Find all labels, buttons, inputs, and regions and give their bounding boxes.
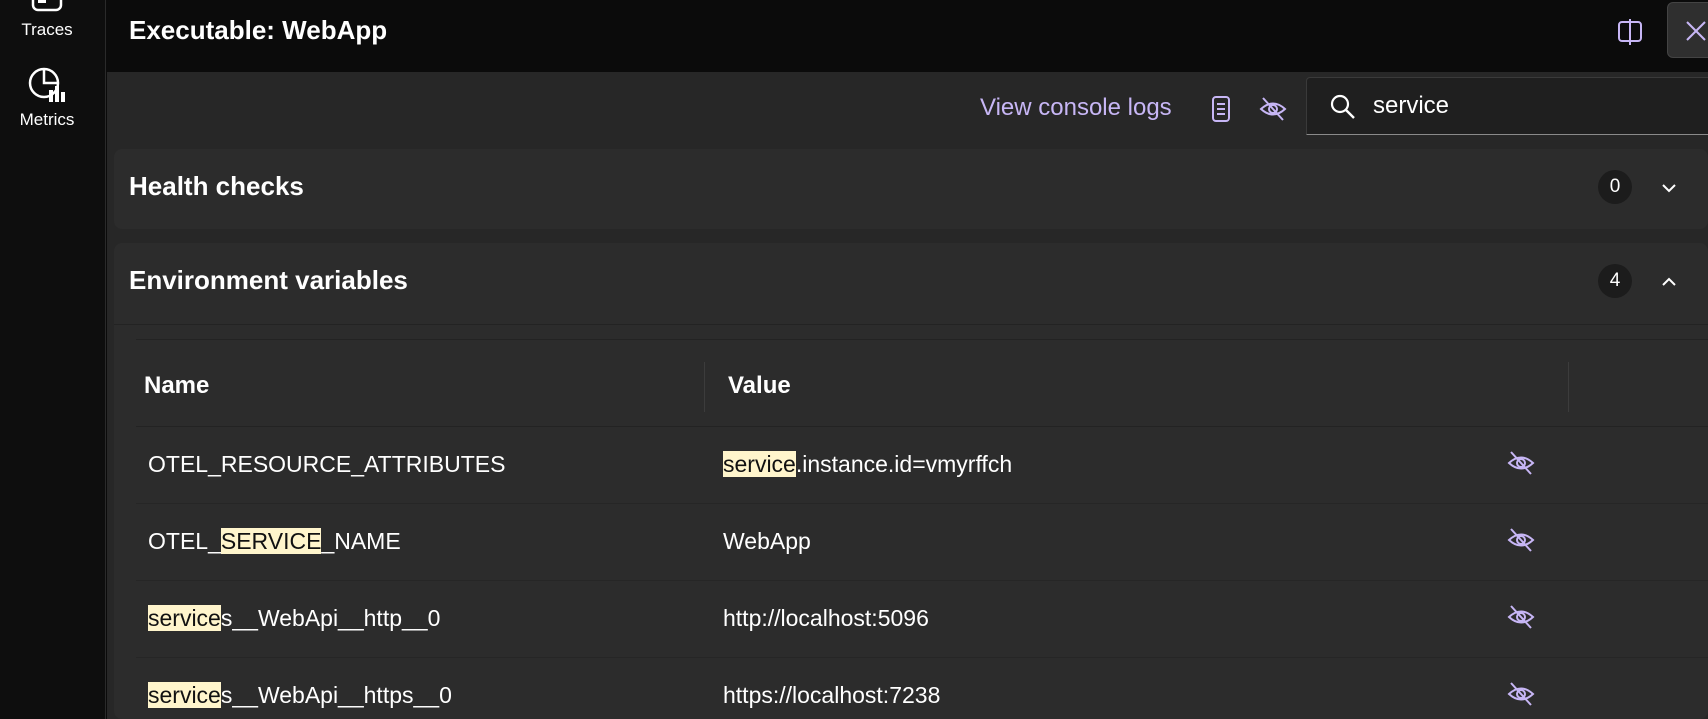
column-header-value[interactable]: Value bbox=[728, 372, 791, 400]
health-checks-header[interactable]: Health checks 0 bbox=[114, 149, 1708, 227]
table-row: OTEL_RESOURCE_ATTRIBUTES service.instanc… bbox=[136, 427, 1708, 504]
env-var-value: https://localhost:7238 bbox=[723, 682, 941, 708]
nav-label-traces: Traces bbox=[21, 20, 73, 39]
column-divider[interactable] bbox=[1568, 362, 1569, 412]
env-var-name: OTEL_RESOURCE_ATTRIBUTES bbox=[148, 451, 506, 477]
search-highlight: service bbox=[723, 451, 796, 477]
close-panel-button[interactable] bbox=[1667, 2, 1708, 58]
env-var-name: services__WebApi__https__0 bbox=[148, 682, 452, 708]
left-nav-rail: Traces Metrics bbox=[0, 0, 106, 719]
panel-toolbar: View console logs bbox=[107, 72, 1708, 148]
filter-search-box[interactable] bbox=[1306, 77, 1708, 135]
chevron-up-icon[interactable] bbox=[1656, 269, 1682, 295]
env-var-value: http://localhost:5096 bbox=[723, 605, 929, 631]
nav-label-metrics: Metrics bbox=[19, 110, 75, 129]
search-highlight: service bbox=[148, 682, 221, 708]
table-row: OTEL_SERVICE_NAME WebApp bbox=[136, 504, 1708, 581]
eye-off-icon[interactable] bbox=[1506, 448, 1536, 478]
search-highlight: service bbox=[148, 605, 221, 631]
metrics-icon bbox=[28, 67, 65, 102]
environment-variables-section: Environment variables 4 Name Value OTEL_… bbox=[114, 243, 1708, 719]
toggle-masking-button[interactable] bbox=[1258, 94, 1288, 124]
environment-variables-header[interactable]: Environment variables 4 bbox=[114, 243, 1708, 325]
eye-off-icon[interactable] bbox=[1506, 679, 1536, 709]
traces-icon bbox=[31, 0, 63, 12]
split-view-button[interactable] bbox=[1612, 14, 1648, 50]
environment-variables-table: Name Value OTEL_RESOURCE_ATTRIBUTES serv… bbox=[136, 339, 1708, 719]
search-highlight: SERVICE bbox=[220, 528, 322, 554]
chevron-down-icon[interactable] bbox=[1656, 175, 1682, 201]
table-row: services__WebApi__https__0 https://local… bbox=[136, 658, 1708, 719]
nav-item-metrics[interactable]: Metrics bbox=[0, 66, 94, 130]
document-icon bbox=[1212, 96, 1230, 122]
export-button[interactable] bbox=[1206, 94, 1236, 124]
search-icon bbox=[1330, 94, 1355, 119]
table-row: services__WebApi__http__0 http://localho… bbox=[136, 581, 1708, 658]
panel-header: Executable: WebApp bbox=[107, 0, 1708, 72]
health-checks-section: Health checks 0 bbox=[114, 149, 1708, 229]
env-var-value: service.instance.id=vmyrffch bbox=[723, 451, 1013, 477]
env-var-value: WebApp bbox=[723, 528, 811, 554]
search-input[interactable] bbox=[1373, 86, 1708, 126]
nav-item-traces[interactable]: Traces bbox=[0, 0, 94, 40]
eye-off-icon[interactable] bbox=[1506, 602, 1536, 632]
environment-variables-count-badge: 4 bbox=[1598, 264, 1632, 298]
view-console-logs-link[interactable]: View console logs bbox=[980, 94, 1172, 122]
details-panel: Executable: WebApp View console logs ser… bbox=[107, 0, 1708, 719]
health-checks-title: Health checks bbox=[129, 171, 304, 201]
column-header-name[interactable]: Name bbox=[144, 372, 209, 400]
health-checks-count-badge: 0 bbox=[1598, 170, 1632, 204]
environment-variables-title: Environment variables bbox=[129, 265, 408, 295]
eye-off-icon bbox=[1259, 97, 1287, 121]
env-var-name: services__WebApi__http__0 bbox=[148, 605, 441, 631]
eye-off-icon[interactable] bbox=[1506, 525, 1536, 555]
panel-title: Executable: WebApp bbox=[129, 15, 388, 45]
split-view-icon bbox=[1618, 19, 1642, 45]
app-root: Traces Metrics Executable: WebApp View c… bbox=[0, 0, 1708, 719]
table-header-row: Name Value bbox=[136, 339, 1708, 427]
close-icon bbox=[1686, 21, 1706, 41]
column-divider[interactable] bbox=[704, 362, 705, 412]
env-var-name: OTEL_SERVICE_NAME bbox=[148, 528, 401, 554]
